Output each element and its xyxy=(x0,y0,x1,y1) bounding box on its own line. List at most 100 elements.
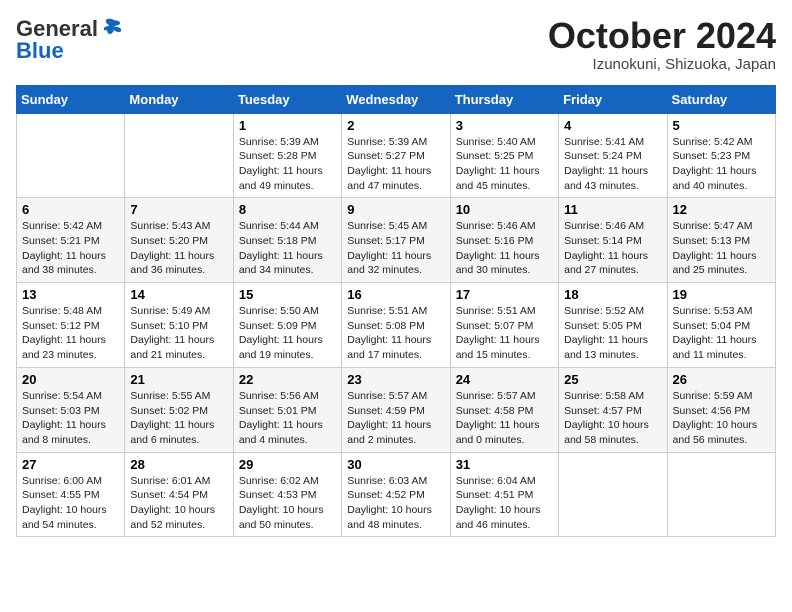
day-info: Sunrise: 5:53 AM Sunset: 5:04 PM Dayligh… xyxy=(673,304,770,363)
table-row xyxy=(559,452,667,537)
calendar-week-row: 20 Sunrise: 5:54 AM Sunset: 5:03 PM Dayl… xyxy=(17,367,776,452)
day-number: 26 xyxy=(673,372,770,387)
sunrise-text: Sunrise: 5:41 AM xyxy=(564,136,644,148)
day-number: 1 xyxy=(239,118,336,133)
col-sunday: Sunday xyxy=(17,85,125,113)
day-info: Sunrise: 5:56 AM Sunset: 5:01 PM Dayligh… xyxy=(239,389,336,448)
sunrise-text: Sunrise: 5:57 AM xyxy=(347,390,427,402)
calendar-week-row: 13 Sunrise: 5:48 AM Sunset: 5:12 PM Dayl… xyxy=(17,283,776,368)
sunset-text: Sunset: 5:01 PM xyxy=(239,405,317,417)
day-number: 15 xyxy=(239,287,336,302)
sunset-text: Sunset: 4:58 PM xyxy=(456,405,534,417)
day-info: Sunrise: 5:39 AM Sunset: 5:28 PM Dayligh… xyxy=(239,135,336,194)
sunrise-text: Sunrise: 5:52 AM xyxy=(564,305,644,317)
sunset-text: Sunset: 5:24 PM xyxy=(564,150,642,162)
day-info: Sunrise: 5:50 AM Sunset: 5:09 PM Dayligh… xyxy=(239,304,336,363)
day-info: Sunrise: 6:03 AM Sunset: 4:52 PM Dayligh… xyxy=(347,474,444,533)
day-info: Sunrise: 5:42 AM Sunset: 5:21 PM Dayligh… xyxy=(22,219,119,278)
col-friday: Friday xyxy=(559,85,667,113)
table-row xyxy=(667,452,775,537)
sunrise-text: Sunrise: 5:50 AM xyxy=(239,305,319,317)
sunrise-text: Sunrise: 5:39 AM xyxy=(239,136,319,148)
table-row: 6 Sunrise: 5:42 AM Sunset: 5:21 PM Dayli… xyxy=(17,198,125,283)
sunrise-text: Sunrise: 5:44 AM xyxy=(239,220,319,232)
day-info: Sunrise: 6:02 AM Sunset: 4:53 PM Dayligh… xyxy=(239,474,336,533)
page-header: General Blue October 2024 Izunokuni, Shi… xyxy=(16,16,776,73)
day-number: 30 xyxy=(347,457,444,472)
calendar-week-row: 27 Sunrise: 6:00 AM Sunset: 4:55 PM Dayl… xyxy=(17,452,776,537)
day-number: 2 xyxy=(347,118,444,133)
sunrise-text: Sunrise: 6:02 AM xyxy=(239,475,319,487)
daylight-text: Daylight: 11 hours and 4 minutes. xyxy=(239,419,323,446)
day-number: 14 xyxy=(130,287,227,302)
title-block: October 2024 Izunokuni, Shizuoka, Japan xyxy=(548,16,776,73)
day-info: Sunrise: 5:46 AM Sunset: 5:16 PM Dayligh… xyxy=(456,219,553,278)
table-row: 3 Sunrise: 5:40 AM Sunset: 5:25 PM Dayli… xyxy=(450,113,558,198)
calendar-header-row: Sunday Monday Tuesday Wednesday Thursday… xyxy=(17,85,776,113)
day-number: 8 xyxy=(239,202,336,217)
day-info: Sunrise: 5:58 AM Sunset: 4:57 PM Dayligh… xyxy=(564,389,661,448)
logo: General Blue xyxy=(16,16,122,64)
daylight-text: Daylight: 11 hours and 13 minutes. xyxy=(564,334,648,361)
daylight-text: Daylight: 11 hours and 32 minutes. xyxy=(347,250,431,277)
sunrise-text: Sunrise: 5:43 AM xyxy=(130,220,210,232)
sunrise-text: Sunrise: 5:46 AM xyxy=(456,220,536,232)
sunrise-text: Sunrise: 5:49 AM xyxy=(130,305,210,317)
day-number: 5 xyxy=(673,118,770,133)
table-row: 4 Sunrise: 5:41 AM Sunset: 5:24 PM Dayli… xyxy=(559,113,667,198)
daylight-text: Daylight: 11 hours and 49 minutes. xyxy=(239,165,323,192)
table-row: 12 Sunrise: 5:47 AM Sunset: 5:13 PM Dayl… xyxy=(667,198,775,283)
table-row: 17 Sunrise: 5:51 AM Sunset: 5:07 PM Dayl… xyxy=(450,283,558,368)
day-info: Sunrise: 5:40 AM Sunset: 5:25 PM Dayligh… xyxy=(456,135,553,194)
table-row: 11 Sunrise: 5:46 AM Sunset: 5:14 PM Dayl… xyxy=(559,198,667,283)
table-row xyxy=(17,113,125,198)
day-number: 12 xyxy=(673,202,770,217)
sunset-text: Sunset: 5:09 PM xyxy=(239,320,317,332)
sunrise-text: Sunrise: 5:51 AM xyxy=(456,305,536,317)
sunset-text: Sunset: 4:55 PM xyxy=(22,489,100,501)
daylight-text: Daylight: 11 hours and 21 minutes. xyxy=(130,334,214,361)
daylight-text: Daylight: 11 hours and 0 minutes. xyxy=(456,419,540,446)
sunset-text: Sunset: 5:23 PM xyxy=(673,150,751,162)
table-row: 19 Sunrise: 5:53 AM Sunset: 5:04 PM Dayl… xyxy=(667,283,775,368)
day-number: 4 xyxy=(564,118,661,133)
sunset-text: Sunset: 4:54 PM xyxy=(130,489,208,501)
table-row: 20 Sunrise: 5:54 AM Sunset: 5:03 PM Dayl… xyxy=(17,367,125,452)
day-number: 23 xyxy=(347,372,444,387)
sunrise-text: Sunrise: 6:04 AM xyxy=(456,475,536,487)
sunset-text: Sunset: 5:05 PM xyxy=(564,320,642,332)
sunset-text: Sunset: 4:53 PM xyxy=(239,489,317,501)
sunrise-text: Sunrise: 5:47 AM xyxy=(673,220,753,232)
daylight-text: Daylight: 10 hours and 48 minutes. xyxy=(347,504,432,531)
day-number: 19 xyxy=(673,287,770,302)
calendar-week-row: 1 Sunrise: 5:39 AM Sunset: 5:28 PM Dayli… xyxy=(17,113,776,198)
table-row: 2 Sunrise: 5:39 AM Sunset: 5:27 PM Dayli… xyxy=(342,113,450,198)
sunrise-text: Sunrise: 5:45 AM xyxy=(347,220,427,232)
day-number: 10 xyxy=(456,202,553,217)
day-number: 25 xyxy=(564,372,661,387)
sunrise-text: Sunrise: 5:40 AM xyxy=(456,136,536,148)
sunset-text: Sunset: 5:14 PM xyxy=(564,235,642,247)
table-row xyxy=(125,113,233,198)
daylight-text: Daylight: 10 hours and 46 minutes. xyxy=(456,504,541,531)
table-row: 7 Sunrise: 5:43 AM Sunset: 5:20 PM Dayli… xyxy=(125,198,233,283)
month-title: October 2024 xyxy=(548,16,776,56)
day-number: 7 xyxy=(130,202,227,217)
sunrise-text: Sunrise: 5:56 AM xyxy=(239,390,319,402)
sunset-text: Sunset: 5:02 PM xyxy=(130,405,208,417)
day-number: 21 xyxy=(130,372,227,387)
day-number: 29 xyxy=(239,457,336,472)
daylight-text: Daylight: 11 hours and 27 minutes. xyxy=(564,250,648,277)
day-number: 22 xyxy=(239,372,336,387)
sunset-text: Sunset: 5:25 PM xyxy=(456,150,534,162)
sunset-text: Sunset: 5:07 PM xyxy=(456,320,534,332)
day-info: Sunrise: 5:52 AM Sunset: 5:05 PM Dayligh… xyxy=(564,304,661,363)
day-number: 13 xyxy=(22,287,119,302)
sunrise-text: Sunrise: 6:00 AM xyxy=(22,475,102,487)
table-row: 30 Sunrise: 6:03 AM Sunset: 4:52 PM Dayl… xyxy=(342,452,450,537)
sunrise-text: Sunrise: 5:55 AM xyxy=(130,390,210,402)
day-info: Sunrise: 6:00 AM Sunset: 4:55 PM Dayligh… xyxy=(22,474,119,533)
day-info: Sunrise: 5:57 AM Sunset: 4:59 PM Dayligh… xyxy=(347,389,444,448)
col-thursday: Thursday xyxy=(450,85,558,113)
sunrise-text: Sunrise: 5:59 AM xyxy=(673,390,753,402)
